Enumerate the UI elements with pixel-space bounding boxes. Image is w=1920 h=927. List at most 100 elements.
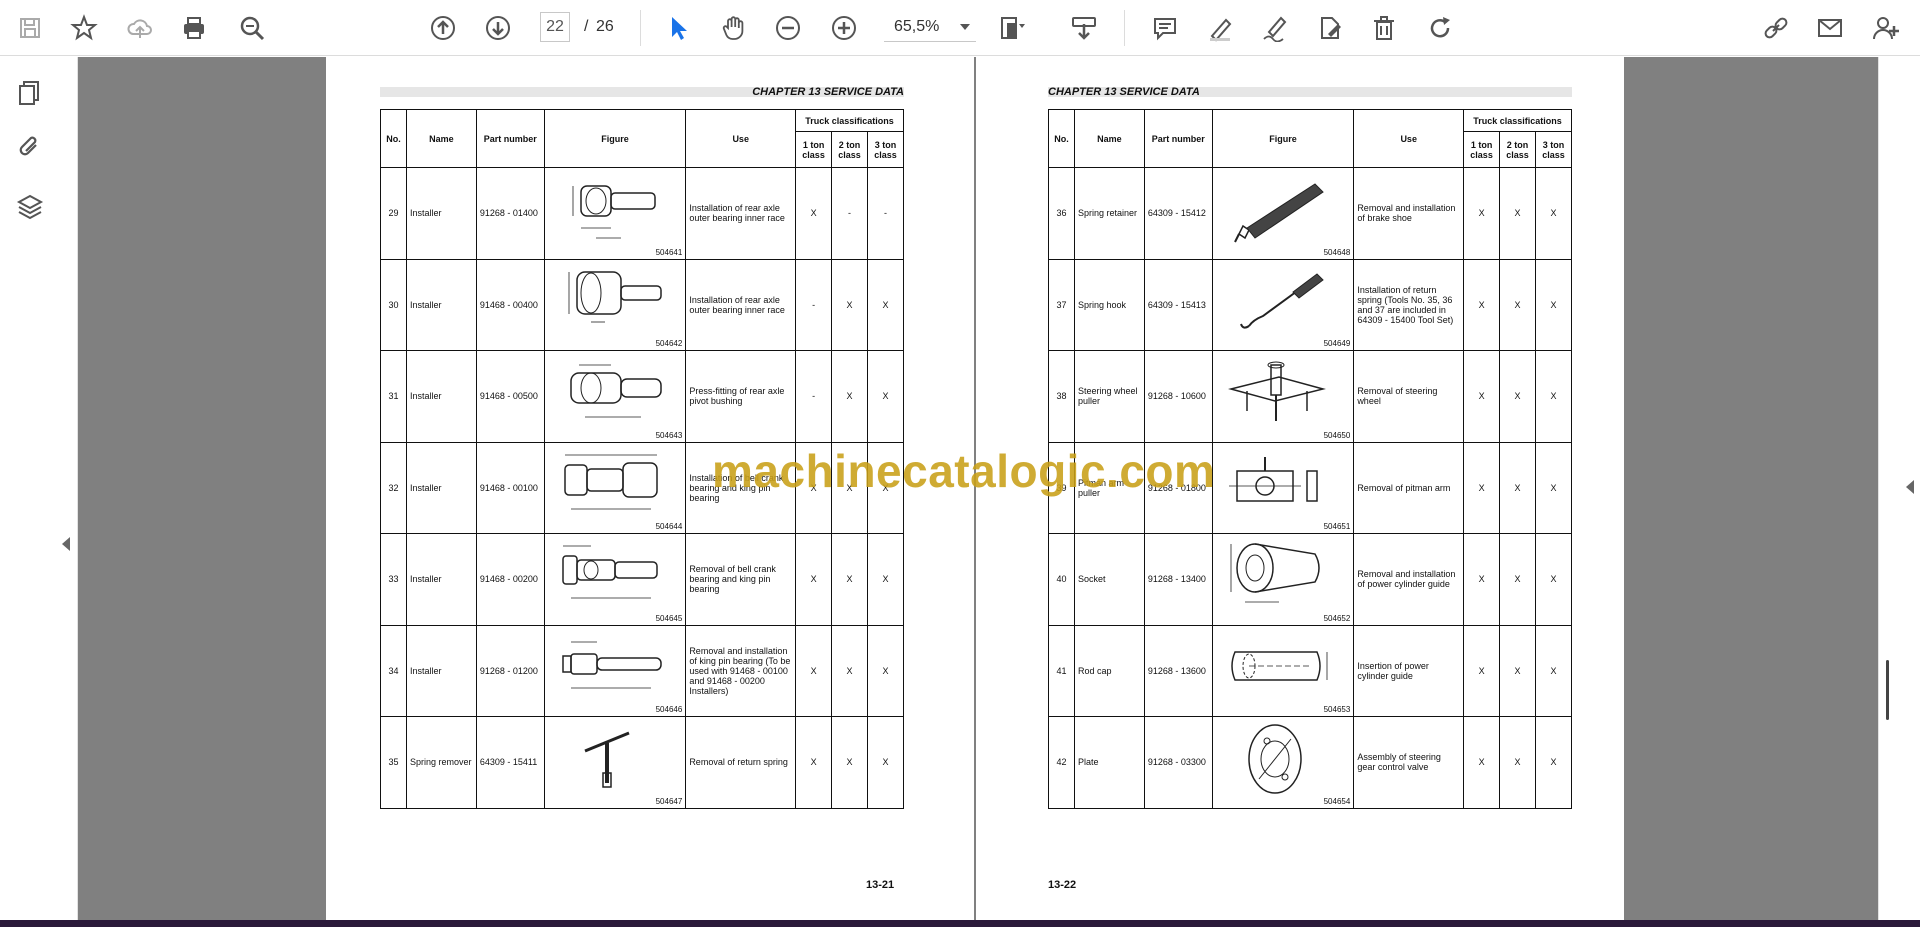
installer-drawing — [569, 364, 662, 418]
watermark: machinecatalogic.com — [712, 445, 1216, 497]
header-figure: Figure — [1211, 109, 1355, 168]
save-icon[interactable] — [12, 10, 48, 46]
row-1-ton: X — [1463, 716, 1501, 809]
zoom-level-select[interactable]: 65,5% — [884, 12, 976, 42]
row-1-ton: X — [795, 533, 833, 626]
table-row: 40 Socket 91268 - 13400 504652 Removal a… — [1048, 533, 1572, 626]
row-3-ton: X — [1535, 258, 1572, 351]
header-truck-classifications: Truck classifications — [1463, 109, 1572, 132]
page-separator: / — [584, 18, 589, 35]
print-icon[interactable] — [176, 10, 212, 46]
figure-code: 504641 — [655, 247, 683, 257]
row-name: Installer — [405, 533, 477, 626]
row-3-ton: X — [1535, 167, 1572, 260]
row-figure: 504645 — [543, 533, 687, 626]
fit-page-icon[interactable] — [994, 10, 1030, 46]
row-3-ton: X — [1535, 624, 1572, 717]
row-2-ton: X — [1499, 533, 1536, 626]
row-name: Rod cap — [1073, 624, 1145, 717]
download-icon[interactable] — [1066, 10, 1102, 46]
figure-code: 504643 — [655, 430, 683, 440]
installer-drawing — [563, 454, 658, 509]
figure-code: 504652 — [1323, 613, 1351, 623]
row-no: 36 — [1048, 167, 1075, 260]
left-sidebar — [0, 57, 78, 922]
edit-icon[interactable] — [1312, 10, 1348, 46]
row-use: Removal of bell crank bearing and king p… — [685, 533, 797, 626]
figure-code: 504647 — [655, 796, 683, 806]
rotate-icon[interactable] — [1422, 10, 1458, 46]
collapse-left-panel-icon[interactable] — [62, 537, 70, 551]
row-3-ton: X — [1535, 533, 1572, 626]
row-name: Spring hook — [1073, 258, 1145, 351]
row-figure: 504644 — [543, 441, 687, 534]
header-1-ton: 1 ton class — [1463, 131, 1501, 168]
add-user-icon[interactable] — [1868, 10, 1904, 46]
row-2-ton: X — [831, 350, 868, 443]
header-2-ton: 2 ton class — [1499, 131, 1536, 168]
row-no: 29 — [380, 167, 407, 260]
row-name: Installer — [405, 350, 477, 443]
row-figure: 504649 — [1211, 258, 1355, 351]
table-row: 31 Installer 91468 - 00500 504643 Press-… — [380, 350, 904, 443]
row-no: 31 — [380, 350, 407, 443]
installer-drawing — [561, 545, 658, 599]
bookmark-star-icon[interactable] — [66, 10, 102, 46]
hand-icon[interactable] — [716, 10, 752, 46]
row-3-ton: X — [867, 258, 904, 351]
rod-cap-drawing — [1230, 650, 1328, 681]
row-figure: 504654 — [1211, 716, 1355, 809]
row-2-ton: X — [1499, 167, 1536, 260]
toolbar-divider — [640, 10, 641, 46]
collapse-right-panel-icon[interactable] — [1906, 480, 1914, 494]
header-part-number: Part number — [1143, 109, 1213, 168]
page-number-footer: 13-22 — [1048, 879, 1077, 891]
layers-icon[interactable] — [12, 189, 48, 225]
select-arrow-icon[interactable] — [660, 10, 696, 46]
table-row: 29 Installer 91268 - 01400 504641 Instal… — [380, 167, 904, 260]
header-3-ton: 3 ton class — [1535, 131, 1572, 168]
share-link-icon[interactable] — [1758, 10, 1794, 46]
pages-icon[interactable] — [12, 75, 48, 111]
figure-code: 504642 — [655, 339, 683, 348]
chevron-down-icon — [960, 24, 970, 30]
row-use: Installation of rear axle outer bearing … — [685, 258, 797, 351]
row-part-number: 91268 - 13400 — [1143, 533, 1213, 626]
spring-remover-drawing — [584, 731, 630, 788]
row-use: Assembly of steering gear control valve — [1353, 716, 1465, 809]
row-no: 40 — [1048, 533, 1075, 626]
page-up-icon[interactable] — [425, 10, 461, 46]
page-total: 26 — [596, 18, 614, 35]
row-name: Installer — [405, 624, 477, 717]
page-number-input[interactable]: 22 — [540, 12, 570, 42]
row-part-number: 91268 - 13600 — [1143, 624, 1213, 717]
highlight-icon[interactable] — [1202, 10, 1238, 46]
row-use: Removal of steering wheel — [1353, 350, 1465, 443]
attachment-icon[interactable] — [12, 129, 48, 165]
header-name: Name — [405, 109, 477, 168]
row-1-ton: X — [1463, 258, 1501, 351]
delete-icon[interactable] — [1366, 10, 1402, 46]
scrollbar-thumb[interactable] — [1886, 660, 1889, 720]
cloud-upload-icon[interactable] — [122, 10, 158, 46]
zoom-in-icon[interactable] — [826, 10, 862, 46]
row-no: 34 — [380, 624, 407, 717]
figure-code: 504646 — [655, 705, 683, 714]
row-2-ton: X — [1499, 258, 1536, 351]
zoom-out-icon[interactable] — [770, 10, 806, 46]
zoom-level-value: 65,5% — [894, 18, 940, 35]
row-figure: 504647 — [543, 716, 687, 809]
row-1-ton: X — [1463, 533, 1501, 626]
row-3-ton: X — [1535, 350, 1572, 443]
table-row: 36 Spring retainer 64309 - 15412 504648 … — [1048, 167, 1572, 260]
comment-icon[interactable] — [1147, 10, 1183, 46]
email-icon[interactable] — [1812, 10, 1848, 46]
row-name: Spring remover — [405, 716, 477, 809]
page-down-icon[interactable] — [480, 10, 516, 46]
zoom-search-icon[interactable] — [234, 10, 270, 46]
socket-drawing — [1230, 543, 1320, 603]
row-1-ton: X — [795, 167, 833, 260]
installer-drawing — [561, 641, 662, 688]
row-2-ton: X — [1499, 624, 1536, 717]
sign-icon[interactable] — [1257, 10, 1293, 46]
